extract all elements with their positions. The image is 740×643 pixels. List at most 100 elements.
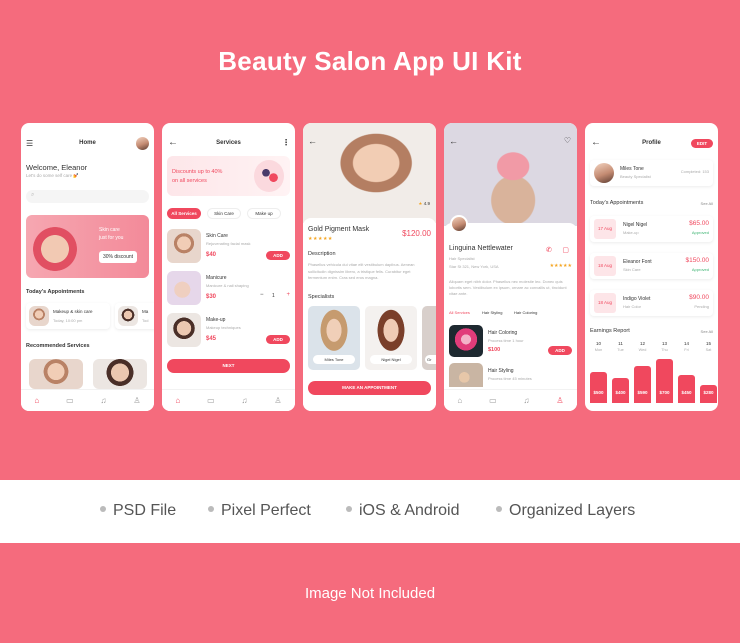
appointment-card[interactable]: Makeup & skin care Today, 10:00 pm: [26, 303, 110, 329]
service-photo: [449, 363, 483, 387]
earnings-see-all-link[interactable]: See All: [701, 329, 713, 334]
feature-label: iOS & Android: [359, 502, 460, 519]
banner-photo: [32, 221, 78, 277]
appointment-row[interactable]: 17 Aug Nigel Nigel Make-up $65.00 Approv…: [590, 216, 713, 242]
footer-note: Image Not Included: [304, 585, 436, 602]
chart-data-label: $400: [615, 390, 626, 395]
services-screen: ← Services ⋮ Discounts up to 40% on all …: [162, 123, 295, 411]
add-button[interactable]: ADD: [548, 346, 572, 355]
next-button[interactable]: NEXT: [167, 359, 290, 373]
service-item[interactable]: Make-up Makeup techniques $45 ADD: [167, 313, 290, 349]
feature-item: iOS & Android: [346, 502, 460, 520]
back-arrow-icon[interactable]: ←: [449, 136, 458, 146]
bell-icon[interactable]: ♫: [101, 396, 107, 405]
chart-x-tick-sublabel: Tue: [617, 348, 624, 352]
more-icon[interactable]: ⋮: [282, 138, 290, 147]
filter-chip-active[interactable]: All Services: [167, 208, 201, 219]
kit-title: Beauty Salon App UI Kit: [218, 46, 522, 76]
promo-banner[interactable]: Skin care just for you 30% discount: [26, 215, 149, 278]
appointment-price: $90.00: [689, 294, 709, 301]
salon-illustration: [254, 160, 284, 192]
specialist-card[interactable]: Gr: [422, 306, 436, 370]
filter-chip[interactable]: Skin Care: [207, 208, 241, 219]
service-desc: Manicure & nail shaping: [206, 283, 249, 288]
service-photo: [167, 313, 201, 347]
user-icon[interactable]: ♙: [133, 396, 140, 405]
tab-bar: ⌂ ▭ ♫ ♙: [162, 389, 295, 411]
make-appointment-button[interactable]: MAKE AN APPOINTMENT: [308, 381, 431, 395]
feature-label: PSD File: [113, 502, 177, 519]
tab-hair-coloring[interactable]: Hair Coloring: [514, 310, 537, 315]
specialist-card[interactable]: Miles Tone: [308, 306, 360, 370]
edit-button[interactable]: EDIT: [691, 139, 713, 148]
stylist-address: Star St 321, New York, USA: [449, 264, 499, 269]
add-button[interactable]: ADD: [266, 335, 290, 344]
chart-bar[interactable]: $450: [678, 375, 695, 403]
calendar-icon[interactable]: ▭: [66, 396, 74, 405]
service-item[interactable]: Manicure Manicure & nail shaping $30 − 1…: [167, 271, 290, 307]
service-item[interactable]: Hair Styling Process time 45 minutes: [449, 363, 572, 387]
chart-bar[interactable]: $280: [700, 385, 717, 403]
user-icon[interactable]: ♙: [274, 396, 281, 405]
chart-bar[interactable]: $700: [656, 359, 673, 403]
home-icon[interactable]: ⌂: [175, 396, 180, 405]
appointment-card[interactable]: Ma Tod: [115, 303, 154, 329]
user-avatar[interactable]: [136, 137, 149, 150]
bullet-icon: [208, 506, 214, 513]
phone-icon[interactable]: ✆: [546, 246, 552, 254]
add-button[interactable]: ADD: [266, 251, 290, 260]
client-name: Indigo Violet: [623, 296, 651, 302]
specialist-name: Nigel Nigel: [370, 355, 412, 364]
tab-hair-styling[interactable]: Hair Styling: [482, 310, 502, 315]
promo-line-2: on all services: [172, 178, 207, 184]
home-icon[interactable]: ⌂: [457, 396, 462, 405]
back-arrow-icon[interactable]: ←: [308, 136, 317, 146]
specialist-role: Beauty Specialist: [620, 174, 651, 179]
calendar-icon[interactable]: ▭: [489, 396, 497, 405]
welcome-text: Welcome, Eleanor: [26, 163, 88, 172]
date-month: Aug: [604, 300, 613, 305]
bullet-icon: [496, 506, 502, 513]
tab-all-services[interactable]: All Services: [449, 310, 470, 315]
bell-icon[interactable]: ♫: [242, 396, 248, 405]
chart-bar[interactable]: $500: [590, 372, 607, 403]
promo-line-1: Discounts up to 40%: [172, 169, 223, 175]
see-all-link[interactable]: See All: [701, 201, 713, 206]
filter-chip[interactable]: Make up: [247, 208, 281, 219]
service-item[interactable]: Skin Care Rejuvenating facial mask $40 A…: [167, 229, 290, 265]
heart-icon[interactable]: ♡: [564, 136, 571, 145]
service-item[interactable]: Hair Coloring Process time 1 hour $100 A…: [449, 325, 572, 357]
chat-icon[interactable]: ▢: [562, 246, 569, 254]
chart-bar[interactable]: $400: [612, 378, 629, 403]
earnings-chart: 10 Mon $500 11 Tue $400 12 Wed $590 13 Thu $700 14 Fr…: [590, 341, 718, 403]
chart-bar[interactable]: $590: [634, 366, 651, 403]
calendar-icon[interactable]: ▭: [207, 396, 215, 405]
stylist-role: Hair Specialist: [449, 256, 475, 261]
home-icon[interactable]: ⌂: [34, 396, 39, 405]
appointment-photo: [118, 306, 138, 326]
appointment-row[interactable]: 18 Aug Indigo Violet Hair Color $90.00 P…: [590, 290, 713, 316]
welcome-subtitle: Let's do some self care 💅: [26, 173, 79, 178]
chart-x-tick-sublabel: Fri: [684, 348, 689, 352]
search-icon: ⌕: [31, 192, 35, 198]
status-badge: Pending: [694, 304, 709, 309]
recommended-service-card[interactable]: [29, 359, 83, 389]
appointment-price: $65.00: [689, 220, 709, 227]
specialist-name: Miles Tone: [620, 166, 644, 172]
minus-icon[interactable]: −: [260, 292, 264, 298]
specialist-card[interactable]: Nigel Nigel: [365, 306, 417, 370]
completed-count: Completed: 153: [680, 169, 709, 174]
search-input[interactable]: ⌕: [26, 190, 149, 203]
recommended-service-card[interactable]: [93, 359, 147, 389]
plus-icon[interactable]: +: [286, 292, 290, 298]
chart-x-tick-sublabel: Sat: [705, 348, 712, 352]
product-name: Gold Pigment Mask: [308, 226, 370, 233]
date-day: 18: [597, 300, 603, 305]
appointment-row[interactable]: 18 Aug Eleanor Font Skin Care $150.00 Ap…: [590, 253, 713, 279]
date-badge: 18 Aug: [594, 256, 616, 276]
service-price: $30: [206, 294, 217, 300]
quantity-stepper[interactable]: − 1 +: [260, 292, 290, 302]
user-icon[interactable]: ♙: [556, 396, 563, 405]
bell-icon[interactable]: ♫: [524, 396, 530, 405]
promo-card[interactable]: Discounts up to 40% on all services: [167, 156, 290, 196]
